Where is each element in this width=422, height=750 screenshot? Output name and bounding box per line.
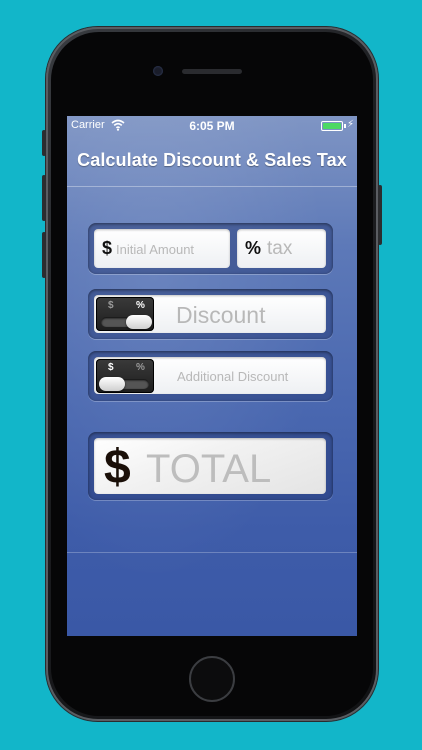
total-placeholder: TOTAL [146, 447, 272, 491]
page-title: Calculate Discount & Sales Tax [77, 150, 347, 170]
app-screen: Carrier 6:05 PM ⚡ Calculate Discount & S… [67, 116, 357, 636]
toggle-knob[interactable] [126, 315, 152, 329]
toggle-dollar-label: $ [108, 300, 114, 311]
tax-field[interactable]: % tax [237, 229, 326, 268]
additional-discount-placeholder: Additional Discount [177, 369, 289, 384]
total-display: $ TOTAL [94, 438, 326, 494]
home-button[interactable] [189, 656, 235, 702]
bottom-divider [67, 552, 357, 553]
initial-amount-field[interactable]: $ Initial Amount [94, 229, 230, 268]
discount-type-toggle[interactable]: $ % [96, 297, 154, 331]
status-bar: Carrier 6:05 PM ⚡ [67, 116, 357, 136]
power-button [378, 185, 382, 245]
initial-amount-placeholder: Initial Amount [116, 242, 195, 257]
battery-tip [344, 124, 346, 128]
toggle-knob[interactable] [99, 377, 125, 391]
volume-down-button [42, 232, 46, 278]
toggle-percent-label: % [136, 300, 145, 311]
total-dollar-sign-icon: $ [104, 441, 131, 494]
percent-sign-icon: % [245, 238, 262, 258]
speaker-grille [182, 69, 242, 74]
discount-placeholder: Discount [176, 302, 266, 328]
nav-divider [67, 186, 357, 187]
mute-switch [42, 130, 46, 156]
front-camera-icon [153, 66, 163, 76]
charging-bolt-icon: ⚡ [346, 119, 354, 130]
volume-up-button [42, 175, 46, 221]
tax-placeholder: tax [267, 238, 293, 259]
status-time: 6:05 PM [189, 119, 235, 133]
battery-icon [321, 121, 343, 131]
toggle-percent-label: % [136, 362, 145, 373]
additional-discount-type-toggle[interactable]: $ % [96, 359, 154, 393]
dollar-sign-icon: $ [102, 238, 113, 258]
toggle-dollar-label: $ [108, 362, 114, 373]
